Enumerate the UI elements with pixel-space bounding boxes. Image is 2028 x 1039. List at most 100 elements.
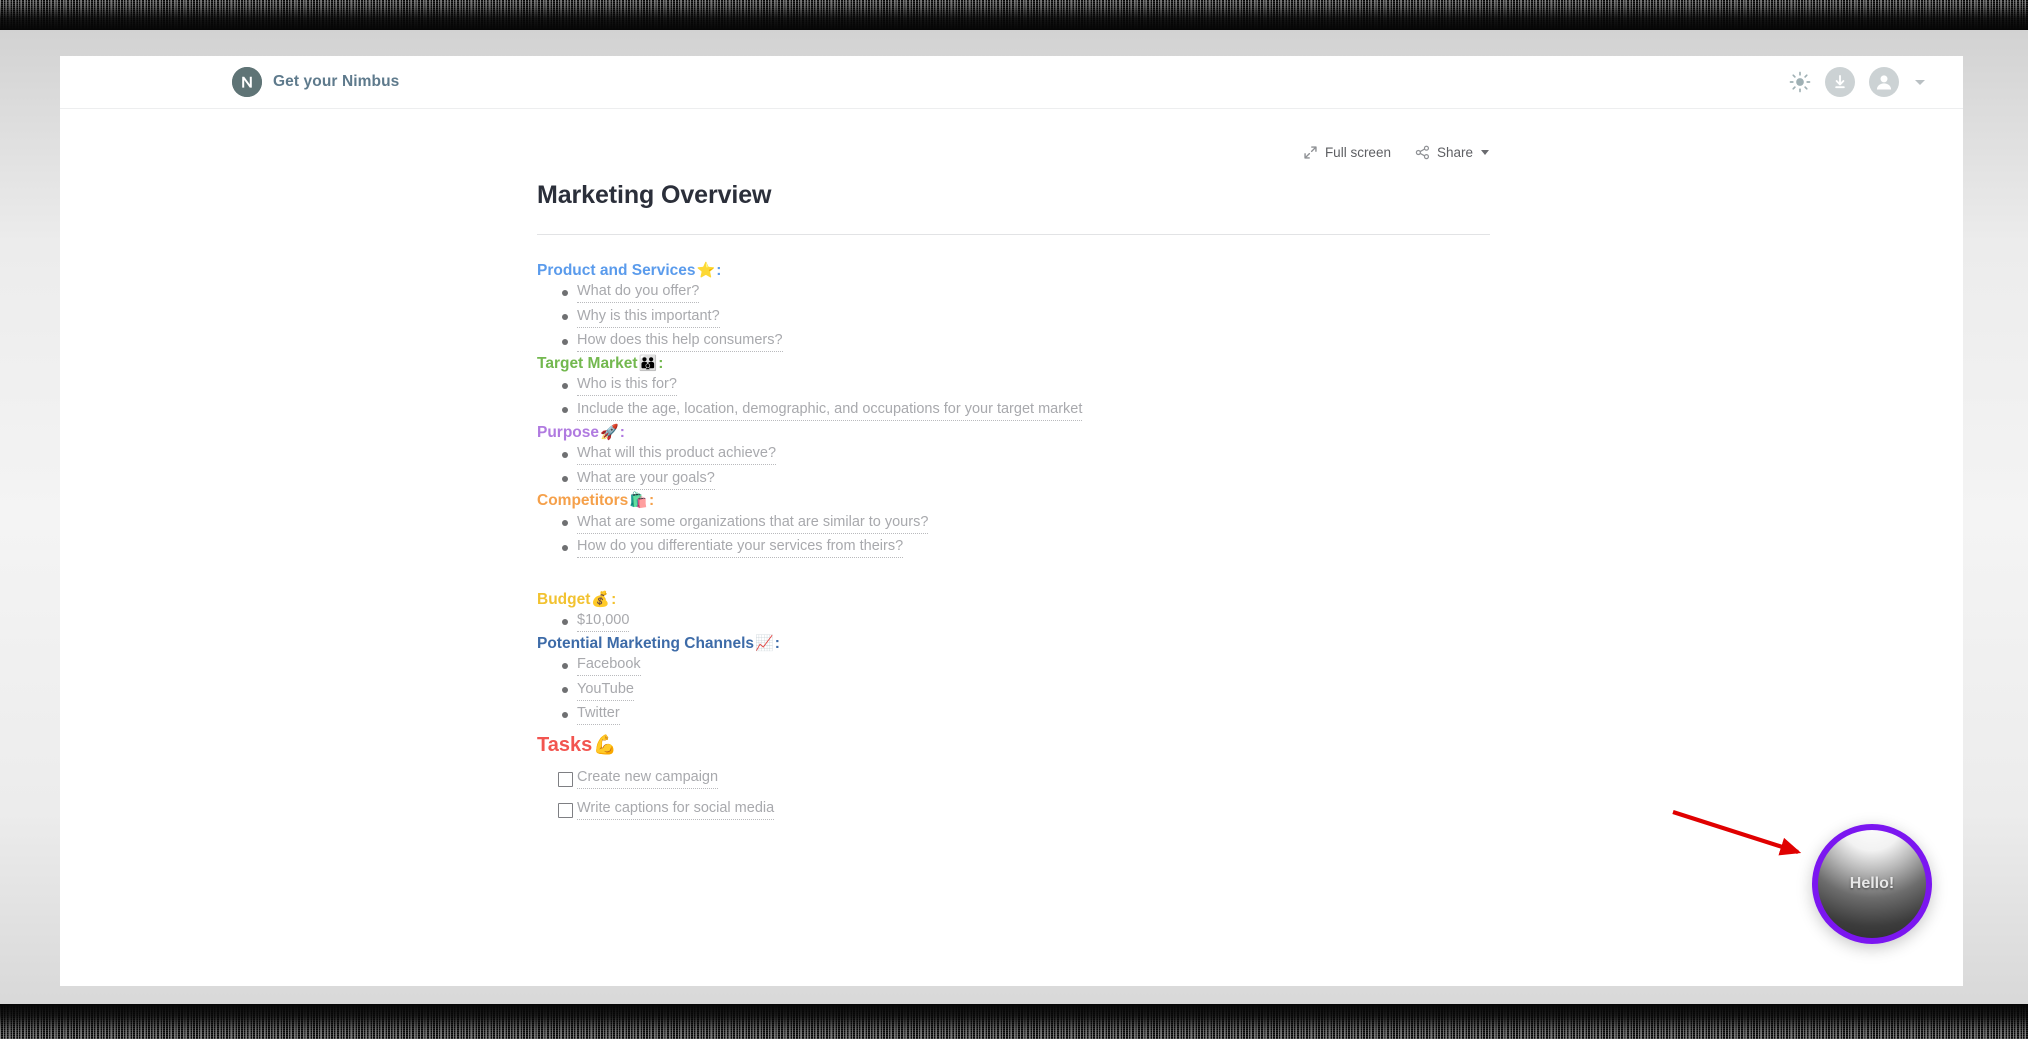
section-heading-suffix: : [658,355,664,373]
brand-name: Get your Nimbus [273,73,400,90]
list-item-text: Facebook [577,655,641,677]
list-item-text: How do you differentiate your services f… [577,537,904,559]
list-item-text: What are some organizations that are sim… [577,513,929,534]
section-budget: Budget💰: $10,000 [537,590,1490,634]
section-tasks: Tasks💪 Create new campaign Write caption… [537,733,1490,825]
list-item[interactable]: How do you differentiate your services f… [537,535,1490,560]
noise-grain [0,0,2028,30]
chart-increasing-icon: 📈 [755,633,774,652]
expand-arrows-icon [1303,145,1318,160]
brightness-icon[interactable] [1789,71,1811,93]
section-heading[interactable]: Product and Services⭐: [537,261,1490,281]
money-bag-icon: 💰 [591,589,611,608]
topbar-actions [1789,56,1925,108]
list-item-text: What will this product achieve? [577,444,777,466]
task-checkbox[interactable] [558,771,573,787]
section-heading[interactable]: Budget💰: [537,590,1490,610]
section-product-and-services: Product and Services⭐: What do you offer… [537,261,1490,354]
list-item-text: What do you offer? [577,282,700,304]
fullscreen-button[interactable]: Full screen [1303,145,1391,160]
section-heading-text: Target Market [537,355,638,373]
document-toolbar: Full screen Share [60,141,1963,163]
chevron-down-icon[interactable] [1481,149,1489,155]
hello-chat-bubble-widget[interactable]: Hello! [1812,824,1932,944]
hello-bubble-label: Hello! [1849,875,1895,892]
flexed-biceps-icon: 💪 [593,734,617,757]
download-icon[interactable] [1825,67,1855,97]
bullet-list: Who is this for? Include the age, locati… [537,374,1490,423]
list-item[interactable]: How does this help consumers? [537,330,1490,355]
list-item[interactable]: Facebook [537,654,1490,679]
annotation-arrow [1672,809,1802,856]
brand[interactable]: Get your Nimbus [232,67,399,97]
account-avatar-icon[interactable] [1869,67,1899,97]
noise-grain [0,1004,2028,1039]
section-target-market: Target Market👪: Who is this for? Include… [537,354,1490,423]
share-button[interactable]: Share [1415,145,1489,160]
section-heading-text: Budget [537,590,591,608]
list-item-text: $10,000 [577,611,630,633]
bullet-list: Facebook YouTube Twitter [537,654,1490,728]
shopping-bags-icon: 🛍️ [629,491,648,510]
task-label: Create new campaign [577,768,719,790]
screenshot-noise-band-top [0,0,2028,30]
task-item[interactable]: Write captions for social media [537,794,1490,825]
document-body: Marketing Overview Product and Services⭐… [537,181,1490,825]
section-heading[interactable]: Potential Marketing Channels📈: [537,634,1490,654]
section-heading-suffix: : [648,492,655,510]
list-item-text: Twitter [577,704,620,726]
list-item-text: Why is this important? [577,307,720,328]
section-heading-text: Tasks [537,734,593,757]
title-divider [537,234,1490,235]
task-item[interactable]: Create new campaign [537,763,1490,794]
section-potential-marketing-channels: Potential Marketing Channels📈: Facebook … [537,634,1490,727]
section-heading-suffix: : [716,262,722,279]
list-item-text: Who is this for? [577,375,677,397]
section-heading-text: Purpose [537,423,600,441]
bullet-list: What are some organizations that are sim… [537,511,1490,560]
bullet-list: $10,000 [537,609,1490,634]
family-icon: 👪 [638,354,658,373]
list-item[interactable]: YouTube [537,678,1490,703]
star-icon: ⭐ [696,261,716,279]
list-item[interactable]: Why is this important? [537,305,1490,330]
list-item-text: How does this help consumers? [577,331,783,353]
share-label: Share [1436,144,1473,160]
task-label: Write captions for social media [577,799,775,821]
section-heading-suffix: : [774,634,780,652]
rocket-icon: 🚀 [600,422,619,441]
section-purpose: Purpose🚀: What will this product achieve… [537,423,1490,492]
section-heading[interactable]: Tasks💪 [537,733,1490,757]
list-item[interactable]: $10,000 [537,609,1490,634]
fullscreen-label: Full screen [1324,144,1391,160]
section-heading-text: Competitors [537,492,629,510]
list-item[interactable]: Who is this for? [537,374,1490,399]
section-heading[interactable]: Target Market👪: [537,354,1490,374]
list-item[interactable]: What will this product achieve? [537,442,1490,467]
nimbus-logo-icon [232,67,262,97]
list-item[interactable]: What do you offer? [537,281,1490,306]
list-item-text: YouTube [577,680,634,701]
screenshot-noise-band-bottom [0,1004,2028,1039]
section-heading-text: Product and Services [537,262,696,279]
task-list: Create new campaign Write captions for s… [537,763,1490,825]
list-item[interactable]: Include the age, location, demographic, … [537,398,1490,423]
section-heading-text: Potential Marketing Channels [537,634,755,652]
list-item[interactable]: Twitter [537,703,1490,728]
bullet-list: What will this product achieve? What are… [537,442,1490,491]
share-nodes-icon [1415,145,1430,160]
list-item[interactable]: What are your goals? [537,467,1490,492]
section-heading[interactable]: Competitors🛍️: [537,491,1490,511]
section-competitors: Competitors🛍️: What are some organizatio… [537,491,1490,560]
section-heading-suffix: : [619,423,625,441]
list-item-text: What are your goals? [577,469,715,490]
section-heading[interactable]: Purpose🚀: [537,423,1490,443]
list-item-text: Include the age, location, demographic, … [577,400,1083,421]
page-title: Marketing Overview [537,181,772,209]
task-checkbox[interactable] [558,802,573,818]
list-item[interactable]: What are some organizations that are sim… [537,511,1490,536]
bullet-list: What do you offer? Why is this important… [537,281,1490,355]
app-topbar: Get your Nimbus [60,56,1963,109]
chevron-down-icon[interactable] [1915,79,1925,85]
